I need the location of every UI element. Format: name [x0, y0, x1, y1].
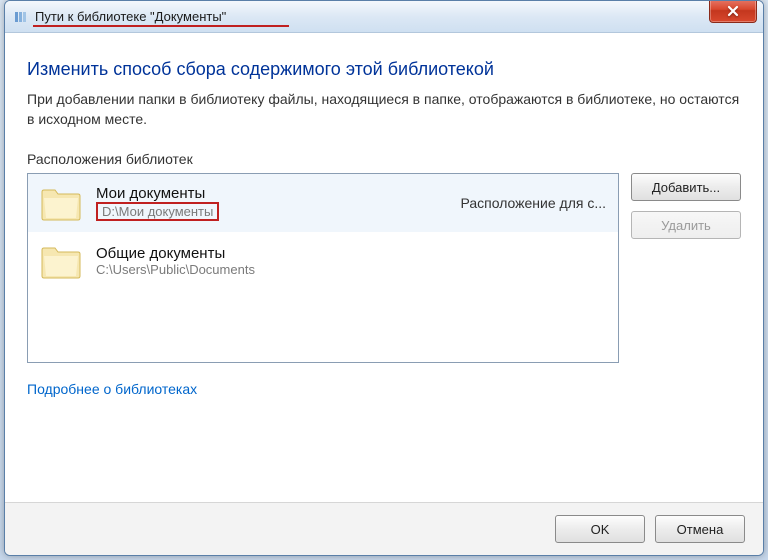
dialog-window: Пути к библиотеке "Документы" Изменить с… [4, 0, 764, 556]
remove-button[interactable]: Удалить [631, 211, 741, 239]
item-title: Общие документы [96, 245, 592, 262]
item-text: Мои документы D:\Мои документы [96, 185, 446, 221]
locations-row: Мои документы D:\Мои документы Расположе… [27, 173, 741, 363]
list-item[interactable]: Общие документы C:\Users\Public\Document… [28, 232, 618, 290]
window-title: Пути к библиотеке "Документы" [35, 9, 226, 24]
folder-icon [40, 242, 82, 280]
item-title: Мои документы [96, 185, 446, 202]
titlebar[interactable]: Пути к библиотеке "Документы" [5, 1, 763, 33]
annotation-underline [33, 25, 289, 27]
link-row: Подробнее о библиотеках [27, 381, 741, 397]
folder-icon [40, 184, 82, 222]
dialog-footer: OK Отмена [5, 502, 763, 555]
locations-label: Расположения библиотек [27, 151, 741, 167]
item-path: C:\Users\Public\Documents [96, 262, 592, 277]
list-item[interactable]: Мои документы D:\Мои документы Расположе… [28, 174, 618, 232]
add-button[interactable]: Добавить... [631, 173, 741, 201]
cancel-button[interactable]: Отмена [655, 515, 745, 543]
close-icon [727, 5, 739, 17]
library-icon [13, 9, 29, 25]
close-button[interactable] [709, 0, 757, 23]
learn-more-link[interactable]: Подробнее о библиотеках [27, 381, 197, 397]
locations-listbox[interactable]: Мои документы D:\Мои документы Расположе… [27, 173, 619, 363]
ok-button[interactable]: OK [555, 515, 645, 543]
item-meta: Расположение для с... [460, 195, 606, 211]
item-path: D:\Мои документы [96, 202, 219, 221]
page-description: При добавлении папки в библиотеку файлы,… [27, 90, 741, 129]
side-buttons: Добавить... Удалить [631, 173, 741, 363]
dialog-body: Изменить способ сбора содержимого этой б… [5, 33, 763, 502]
item-text: Общие документы C:\Users\Public\Document… [96, 245, 592, 277]
page-heading: Изменить способ сбора содержимого этой б… [27, 59, 741, 80]
